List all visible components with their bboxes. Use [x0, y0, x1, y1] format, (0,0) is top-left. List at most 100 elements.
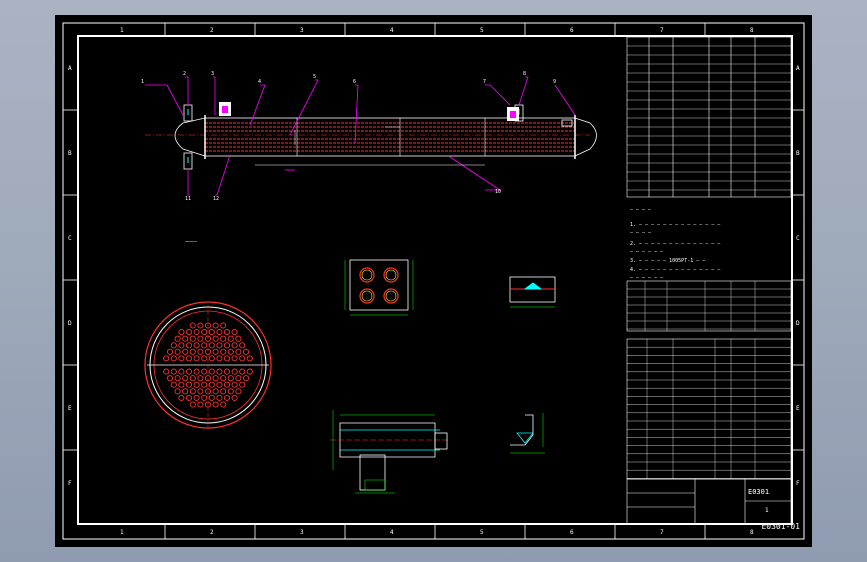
tube-hole	[220, 322, 227, 329]
tube-hole	[231, 368, 238, 375]
border-letter-left: B	[68, 150, 72, 157]
tube-hole	[208, 381, 215, 388]
title-block	[626, 478, 792, 525]
svg-text:4: 4	[258, 79, 261, 85]
tube-hole	[174, 388, 181, 395]
tube-hole	[223, 329, 231, 336]
border-number-top: 1	[120, 27, 124, 34]
tube-hole	[216, 329, 223, 336]
svg-text:12: 12	[213, 196, 219, 202]
tube-hole	[239, 368, 246, 375]
section-detail-view	[330, 410, 450, 494]
cad-drawing: A AB BC CD DE EF F1122334455667788 12 3 …	[62, 22, 805, 540]
tube-hole	[212, 322, 219, 329]
border-number-bottom: 2	[210, 529, 214, 536]
border-number-bottom: 3	[300, 529, 304, 536]
tube-hole	[178, 394, 185, 401]
border-number-top: 7	[660, 27, 664, 34]
tube-hole	[185, 368, 193, 375]
svg-text:1. — — — — — — — — — — — — — —: 1. — — — — — — — — — — — — — —	[630, 222, 721, 228]
parts-list-table	[626, 338, 792, 480]
tube-hole	[178, 355, 185, 362]
left-head	[174, 117, 206, 157]
tube-hole	[231, 394, 238, 401]
tube-hole	[182, 388, 189, 395]
border-number-top: 8	[750, 27, 754, 34]
cad-viewport[interactable]: AABBCCDDEEFF1122334455667788 1 2 3 4 5 6…	[55, 15, 812, 547]
svg-text:3: 3	[211, 71, 214, 77]
weld-detail-top	[509, 276, 556, 308]
nozzle-marks	[187, 109, 520, 163]
tube-hole	[189, 401, 196, 408]
tube-hole	[189, 375, 196, 382]
tube-hole	[216, 342, 223, 349]
tube-hole	[182, 335, 189, 342]
flange-nozzle-icon	[507, 107, 519, 121]
nozzle-table-rows	[627, 281, 791, 331]
tube-hole	[239, 381, 246, 388]
tech-note-1005: 3. — — — — — 1005PT-1 — —	[630, 258, 706, 264]
tube-hole	[174, 375, 181, 382]
leader-lines	[145, 76, 576, 196]
shell-body	[204, 117, 576, 157]
svg-text:— — — — — —: — — — — — —	[630, 275, 664, 281]
border-number-top: 2	[210, 27, 214, 34]
border-number-bottom: 6	[570, 529, 574, 536]
tube-hole	[170, 381, 177, 388]
tube-hole	[227, 375, 234, 382]
tube-pitch-detail	[344, 259, 414, 316]
nozzle-table	[626, 280, 792, 332]
tube-hole	[185, 355, 193, 362]
tube-hole	[246, 368, 253, 375]
tube-hole	[231, 329, 238, 336]
tube-hole	[212, 401, 219, 408]
tube-hole	[223, 394, 231, 401]
tube-hole	[212, 388, 219, 395]
border-letter-right: F	[796, 480, 800, 487]
tube-hole	[174, 348, 181, 355]
svg-text:— — — — — —: — — — — — —	[630, 249, 664, 255]
tube-hole	[239, 342, 246, 349]
tube-hole	[178, 329, 185, 336]
tube-hole	[163, 368, 170, 375]
tube-hole	[193, 394, 200, 401]
tube-hole	[235, 335, 242, 342]
tube-hole	[227, 335, 234, 342]
tube-hole	[208, 368, 215, 375]
drawing-number-top: E0301	[748, 488, 769, 496]
tube-hole	[201, 394, 208, 401]
border-labels: A AB BC CD DE EF F1122334455667788	[68, 27, 800, 536]
svg-text:2. — — — — — — — — — — — — — —: 2. — — — — — — — — — — — — — —	[630, 241, 721, 247]
tube-hole	[231, 381, 238, 388]
border-letter-right: C	[796, 235, 800, 242]
tube-hole	[201, 342, 208, 349]
svg-text:7: 7	[483, 79, 486, 85]
tube-hole	[170, 368, 177, 375]
svg-text:1: 1	[141, 79, 144, 85]
tube-hole	[182, 375, 189, 382]
svg-text:11: 11	[185, 196, 191, 202]
svg-text:4. — — — — — — — — — — — — — —: 4. — — — — — — — — — — — — — —	[630, 267, 721, 273]
tube-hole	[227, 348, 234, 355]
svg-text:5: 5	[313, 74, 316, 80]
tube-hole	[220, 375, 227, 382]
border-letter-left: E	[68, 405, 72, 412]
tube-hole	[193, 342, 200, 349]
right-head	[574, 117, 597, 157]
tube-hole	[208, 355, 215, 362]
tube-hole	[235, 388, 242, 395]
tube-hole	[223, 381, 231, 388]
svg-text:— — — —: — — — —	[630, 230, 652, 236]
border-letter-right: B	[796, 150, 800, 157]
dimension-lines	[255, 126, 485, 166]
tube-hole	[189, 335, 196, 342]
border-letter-left: D	[68, 320, 72, 327]
border-number-bottom: 1	[120, 529, 124, 536]
border-number-bottom: 7	[660, 529, 664, 536]
tube-hole	[220, 348, 227, 355]
tube-hole	[220, 401, 227, 408]
tube-hole	[216, 355, 223, 362]
tube-hole	[185, 394, 193, 401]
technical-notes: — — — — 1. — — — — — — — — — — — — — — —…	[630, 207, 721, 281]
tube-hole	[197, 375, 204, 382]
